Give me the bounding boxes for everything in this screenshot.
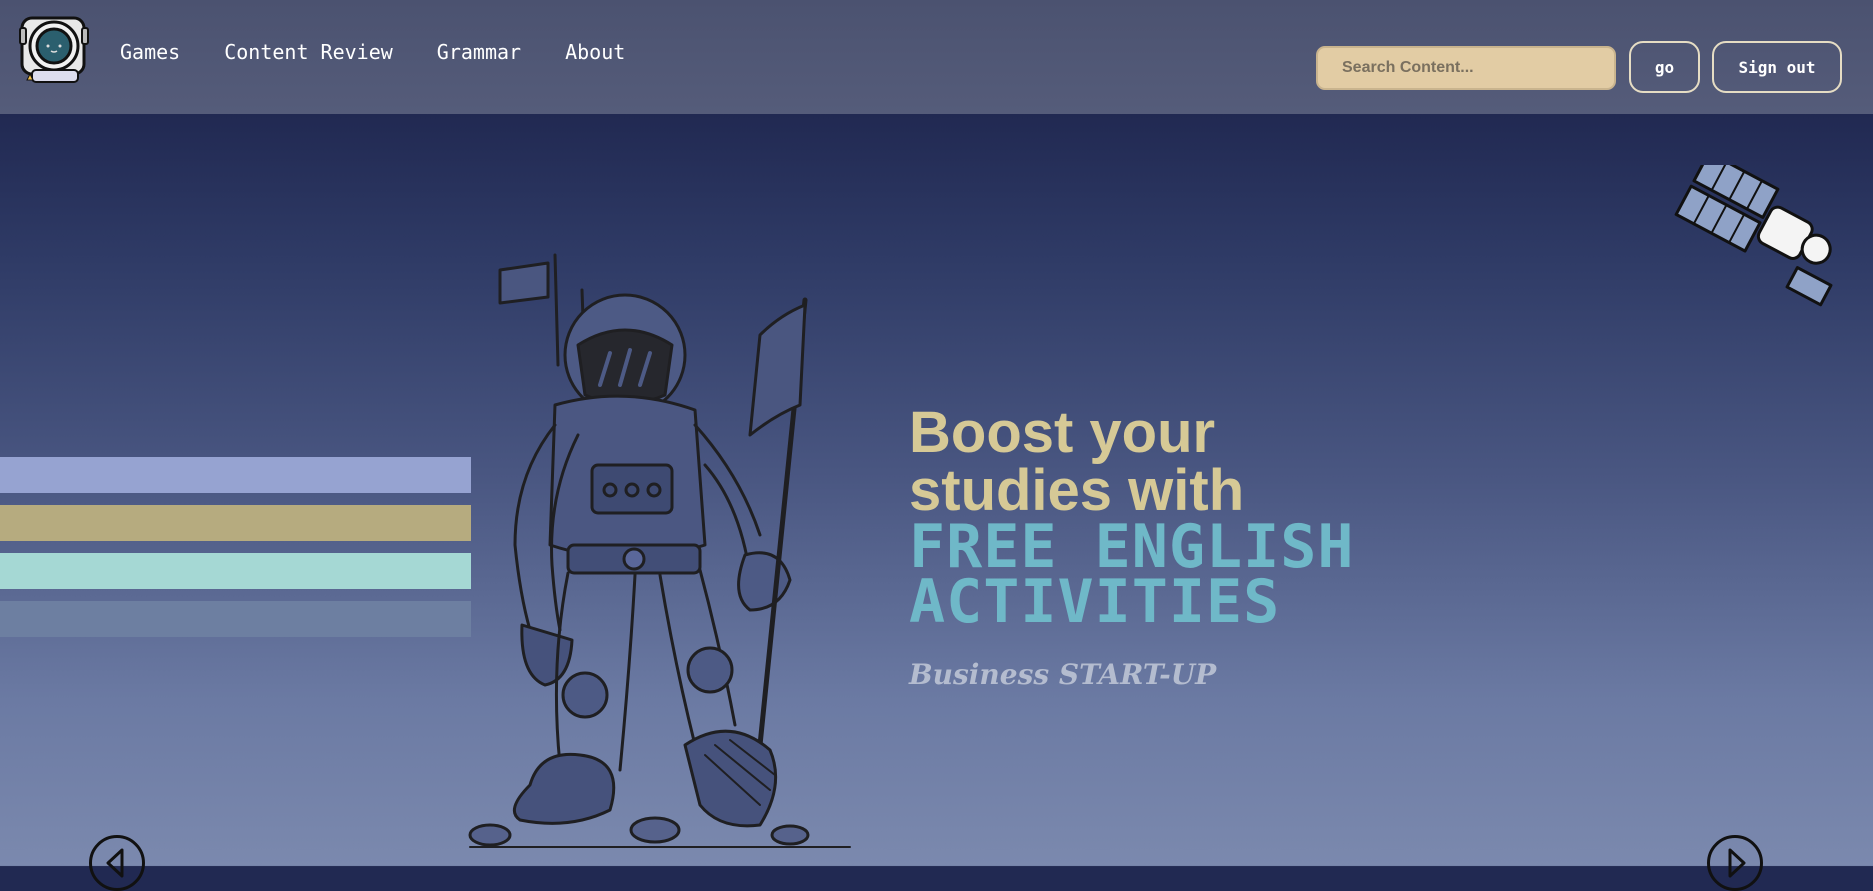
decor-stripe-slate xyxy=(0,601,471,637)
decor-stripe-khaki xyxy=(0,505,471,541)
nav-link-content-review[interactable]: Content Review xyxy=(224,40,393,64)
astronaut-logo-icon[interactable] xyxy=(18,12,92,84)
hero-subtitle: Business START-UP xyxy=(909,658,1217,691)
top-navbar: Games Content Review Grammar About go Si… xyxy=(0,0,1873,114)
main-nav: Games Content Review Grammar About xyxy=(120,40,669,64)
satellite-illustration xyxy=(1665,151,1850,310)
search-input[interactable] xyxy=(1316,46,1616,90)
chevron-right-icon xyxy=(1728,848,1746,878)
carousel-next-button[interactable] xyxy=(1707,835,1763,891)
decor-stripe-lavender xyxy=(0,457,471,493)
hero-section: Boost your studies with FREE ENGLISH ACT… xyxy=(909,400,1354,692)
sign-out-button[interactable]: Sign out xyxy=(1712,41,1842,93)
chevron-left-icon xyxy=(106,848,124,878)
go-button[interactable]: go xyxy=(1629,41,1700,93)
hero-accent-line2: ACTIVITIES xyxy=(909,567,1281,637)
decor-stripe-mint xyxy=(0,553,471,589)
nav-link-games[interactable]: Games xyxy=(120,40,180,64)
carousel-prev-button[interactable] xyxy=(89,835,145,891)
hero-headline-line1: Boost your xyxy=(909,400,1216,465)
nav-link-grammar[interactable]: Grammar xyxy=(437,40,521,64)
astronaut-with-flag-illustration xyxy=(460,245,860,855)
nav-link-about[interactable]: About xyxy=(565,40,625,64)
